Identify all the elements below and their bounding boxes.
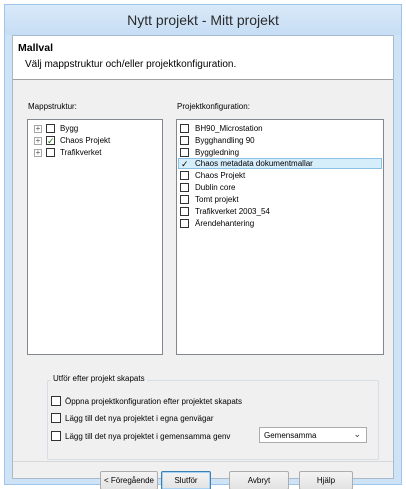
expand-icon[interactable]: +: [34, 136, 42, 145]
checkbox-checked[interactable]: ✓: [180, 159, 189, 169]
config-item[interactable]: Tomt projekt: [180, 194, 380, 204]
checkbox-checked[interactable]: ✓: [46, 136, 55, 146]
expand-icon[interactable]: +: [34, 148, 42, 157]
config-item[interactable]: Dublin core: [180, 182, 380, 192]
project-config-list[interactable]: BH90_Microstation Bygghandling 90 Byggle…: [176, 119, 384, 355]
option-open-config[interactable]: Öppna projektkonfiguration efter projekt…: [51, 395, 242, 407]
tree-item-bygg[interactable]: + Bygg: [34, 123, 78, 134]
checkbox[interactable]: [180, 135, 189, 145]
option-shared-shortcuts[interactable]: Lägg till det nya projektet i gemensamma…: [51, 430, 230, 442]
config-item[interactable]: Byggledning: [180, 147, 380, 157]
config-item-label: Chaos metadata dokumentmallar: [195, 159, 313, 168]
tree-item-label: Bygg: [60, 124, 79, 133]
checkbox[interactable]: [180, 194, 189, 204]
divider: [13, 461, 393, 462]
config-item[interactable]: Ärendehantering: [180, 218, 380, 228]
option-label: Lägg till det nya projektet i egna genvä…: [65, 413, 214, 423]
checkbox[interactable]: [51, 396, 61, 406]
project-config-label: Projektkonfiguration:: [177, 102, 250, 111]
page-subtitle: Välj mappstruktur och/eller projektkonfi…: [25, 59, 237, 70]
checkbox[interactable]: [46, 148, 55, 157]
title-bar[interactable]: Nytt projekt - Mitt projekt: [5, 5, 401, 35]
config-item[interactable]: Chaos Projekt: [180, 170, 380, 180]
checkbox[interactable]: [180, 218, 189, 228]
back-button[interactable]: < Föregående: [100, 471, 158, 489]
tree-item-label: Chaos Projekt: [60, 136, 111, 145]
tree-item-trafikverket[interactable]: + Trafikverket: [34, 147, 102, 158]
config-item-label: Chaos Projekt: [195, 170, 246, 180]
help-button[interactable]: Hjälp: [299, 471, 353, 489]
tree-item-chaos-projekt[interactable]: + ✓ Chaos Projekt: [34, 135, 110, 146]
config-item-label: Trafikverket 2003_54: [195, 206, 270, 216]
cancel-button[interactable]: Avbryt: [229, 471, 289, 489]
checkbox[interactable]: [180, 147, 189, 157]
finish-button[interactable]: Slutför: [161, 471, 211, 489]
tree-item-label: Trafikverket: [60, 148, 102, 157]
expand-icon[interactable]: +: [34, 124, 42, 133]
group-title: Utför efter projekt skapats: [51, 374, 147, 383]
checkbox[interactable]: [180, 182, 189, 192]
dropdown-value: Gemensamma: [264, 430, 317, 440]
config-item-label: BH90_Microstation: [195, 123, 263, 133]
checkbox[interactable]: [180, 170, 189, 180]
checkbox[interactable]: [51, 413, 61, 423]
checkbox[interactable]: [180, 123, 189, 133]
page-title: Mallval: [18, 42, 54, 54]
config-item-label: Ärendehantering: [195, 218, 255, 228]
config-item-label: Tomt projekt: [195, 194, 239, 204]
config-item-selected[interactable]: ✓ Chaos metadata dokumentmallar: [178, 158, 382, 169]
folder-structure-tree[interactable]: + Bygg + ✓ Chaos Projekt + Trafikverket: [27, 119, 163, 355]
shortcut-group-dropdown[interactable]: Gemensamma ⌄: [259, 427, 367, 443]
wizard-header: Mallval Välj mappstruktur och/eller proj…: [13, 36, 393, 80]
option-label: Öppna projektkonfiguration efter projekt…: [65, 396, 242, 406]
window-title: Nytt projekt - Mitt projekt: [127, 12, 279, 28]
chevron-down-icon[interactable]: ⌄: [353, 429, 361, 440]
dialog-window: Nytt projekt - Mitt projekt Mallval Välj…: [4, 4, 402, 489]
checkbox[interactable]: [46, 124, 55, 133]
folder-structure-label: Mappstruktur:: [28, 102, 77, 111]
config-item-label: Byggledning: [195, 147, 240, 157]
checkbox[interactable]: [51, 431, 61, 441]
dialog-client-area: Mallval Välj mappstruktur och/eller proj…: [12, 35, 394, 489]
config-item[interactable]: BH90_Microstation: [180, 123, 380, 133]
option-label: Lägg till det nya projektet i gemensamma…: [65, 431, 231, 441]
config-item-label: Bygghandling 90: [195, 135, 255, 145]
config-item[interactable]: Trafikverket 2003_54: [180, 206, 380, 216]
option-own-shortcuts[interactable]: Lägg till det nya projektet i egna genvä…: [51, 412, 214, 424]
checkbox[interactable]: [180, 206, 189, 216]
config-item-label: Dublin core: [195, 182, 236, 192]
config-item[interactable]: Bygghandling 90: [180, 135, 380, 145]
